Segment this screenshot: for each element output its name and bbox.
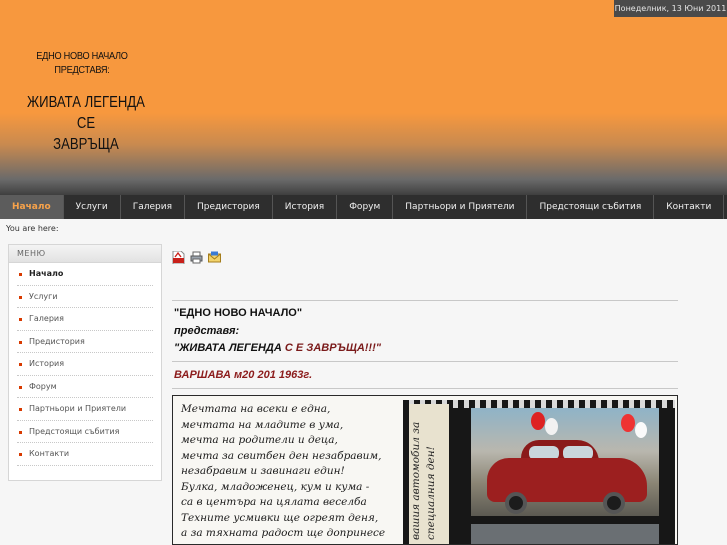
- poem-line: са в центъра на цялата веселба: [181, 496, 367, 508]
- balloon: [635, 422, 647, 438]
- content-line-1: "ЕДНО НОВО НАЧАЛО": [174, 307, 303, 319]
- nav-item-prehistory[interactable]: Предистория: [185, 195, 273, 219]
- poem-line: а за тяхната радост ще допринесе: [181, 527, 386, 539]
- side-text: вашия автомобил за специалния ден!: [410, 421, 437, 540]
- menu-item-home[interactable]: Начало: [17, 263, 153, 286]
- menu-item-partners[interactable]: Партньори и Приятели: [17, 398, 153, 421]
- nav-item-history[interactable]: История: [273, 195, 338, 219]
- menu-title: МЕНЮ: [9, 245, 161, 263]
- poster-side-text: вашия автомобил за специалния ден!: [409, 404, 449, 544]
- main-nav: Начало Услуги Галерия Предистория Истори…: [0, 195, 727, 219]
- nav-item-services[interactable]: Услуги: [64, 195, 121, 219]
- poem-line: мечтата на младите в ума,: [181, 418, 344, 431]
- poem-line: мечта на родители и деца,: [181, 434, 338, 446]
- nav-item-forum[interactable]: Форум: [337, 195, 394, 219]
- menu-item-history[interactable]: История: [17, 353, 153, 376]
- poster-poem: Мечтата на всеки е една, мечтата на млад…: [181, 402, 403, 542]
- menu-item-services[interactable]: Услуги: [17, 286, 153, 308]
- balloon: [621, 414, 635, 432]
- poem-line: мечта за свитбен ден незабравим,: [181, 449, 382, 462]
- divider: [172, 300, 678, 301]
- logo-main-line-1: ЖИВАТА ЛЕГЕНДА СЕ: [27, 94, 145, 132]
- menu-item-forum[interactable]: Форум: [17, 376, 153, 398]
- email-icon[interactable]: [208, 251, 221, 264]
- logo-main-line-2: ЗАВРЪЩА: [53, 136, 119, 153]
- menu-item-events[interactable]: Предстоящи събития: [17, 421, 153, 443]
- content-line-2: представя:: [174, 325, 240, 337]
- article-tools: [172, 251, 221, 264]
- nav-item-home[interactable]: Начало: [0, 195, 64, 219]
- logo-line-1: ЕДНО НОВО НАЧАЛО: [36, 51, 128, 62]
- car-photo: [471, 408, 659, 516]
- poem-line: незабравим и завинаги един!: [181, 465, 345, 477]
- menu-item-gallery[interactable]: Галерия: [17, 308, 153, 331]
- nav-item-contacts[interactable]: Контакти: [654, 195, 725, 219]
- breadcrumb: You are here:: [6, 224, 59, 233]
- nav-item-events[interactable]: Предстоящи събития: [527, 195, 655, 219]
- menu-item-contacts[interactable]: Контакти: [17, 443, 153, 466]
- date-display: Понеделник, 13 Юни 2011: [614, 0, 727, 17]
- divider: [172, 388, 678, 389]
- logo-subtitle: ЕДНО НОВО НАЧАЛО ПРЕДСТАВЯ:: [27, 50, 137, 78]
- poster-image: Мечтата на всеки е една, мечтата на млад…: [172, 395, 678, 545]
- balloon: [545, 418, 558, 435]
- poem-line: Мечтата на всеки е една,: [181, 403, 331, 415]
- divider: [172, 361, 678, 362]
- car-wheel: [603, 492, 625, 514]
- logo-line-2: ПРЕДСТАВЯ:: [54, 65, 110, 76]
- poem-line: Булка, младоженец, кум и кума -: [181, 480, 370, 493]
- print-icon[interactable]: [190, 251, 203, 264]
- second-photo: [471, 524, 659, 544]
- menu-item-prehistory[interactable]: Предистория: [17, 331, 153, 353]
- site-header: Понеделник, 13 Юни 2011 ЕДНО НОВО НАЧАЛО…: [0, 0, 727, 195]
- pdf-icon[interactable]: [172, 251, 185, 264]
- nav-item-partners[interactable]: Партньори и Приятели: [393, 195, 528, 219]
- content-line-3: "ЖИВАТА ЛЕГЕНДА С Е ЗАВРЪЩА!!!": [174, 342, 381, 354]
- warsaw-heading: ВАРШАВА м20 201 1963г.: [174, 369, 313, 381]
- content-line-3b: С Е ЗАВРЪЩА!!!": [284, 342, 381, 354]
- balloon: [531, 412, 545, 430]
- sidebar-menu: МЕНЮ Начало Услуги Галерия Предистория И…: [8, 244, 162, 481]
- car-wheel: [505, 492, 527, 514]
- nav-item-gallery[interactable]: Галерия: [121, 195, 186, 219]
- logo-title[interactable]: ЖИВАТА ЛЕГЕНДА СЕ ЗАВРЪЩА: [22, 92, 150, 155]
- poem-line: Техните усмивки ще огреят деня,: [181, 511, 379, 524]
- content-line-3a: "ЖИВАТА ЛЕГЕНДА: [174, 342, 285, 354]
